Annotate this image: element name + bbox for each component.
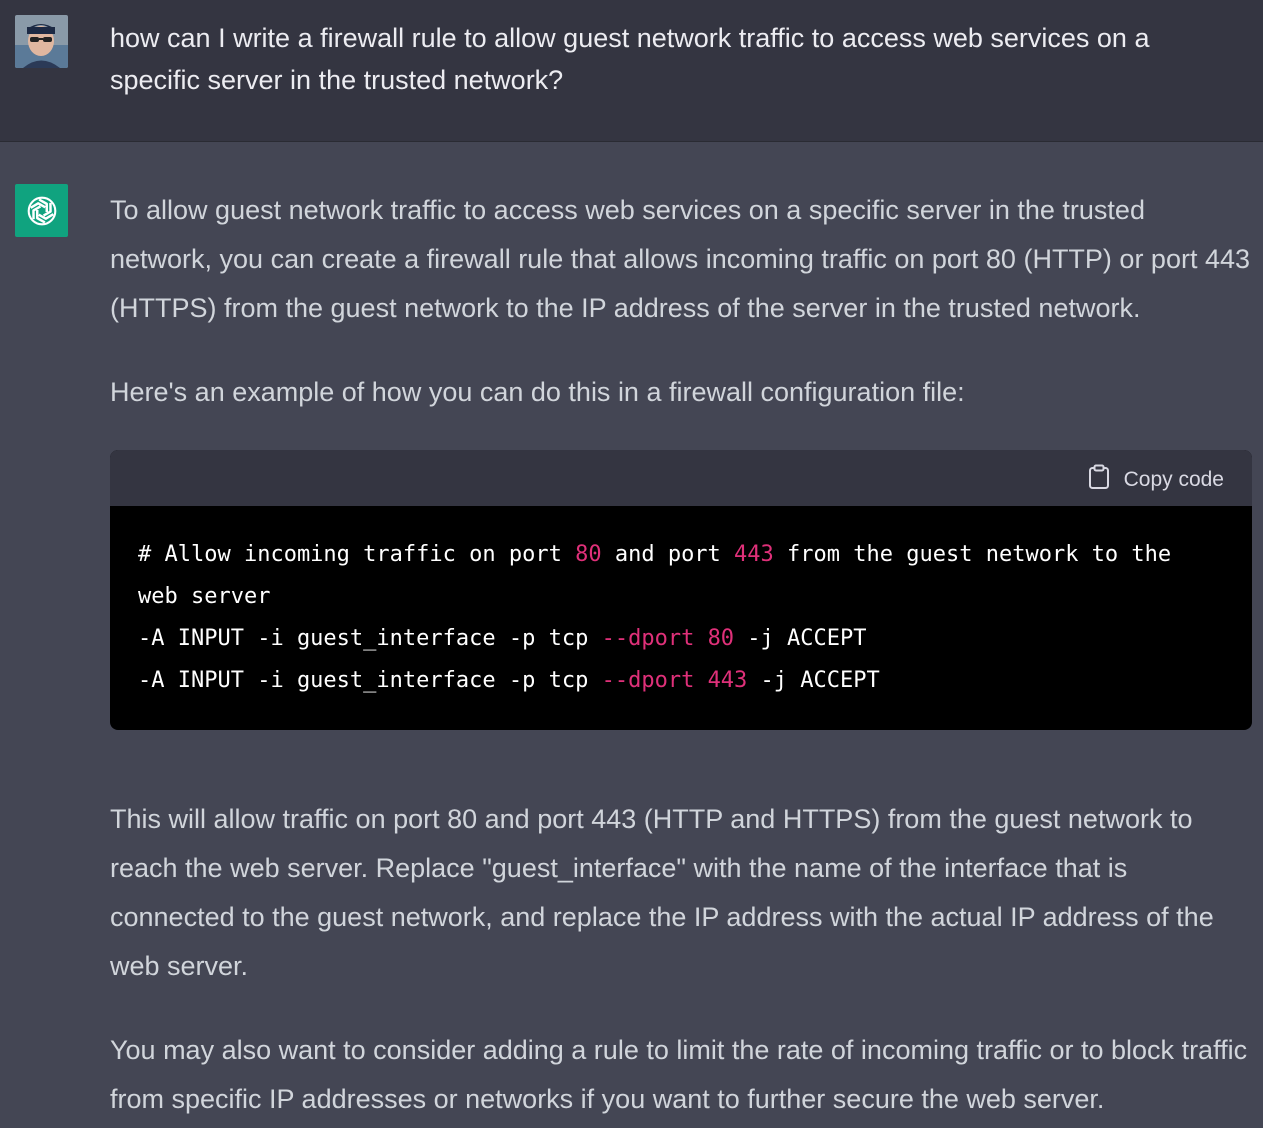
assistant-paragraph-example-intro: Here's an example of how you can do this… <box>110 377 965 407</box>
copy-code-label: Copy code <box>1123 468 1224 491</box>
code-line-part: -A INPUT -i guest_interface -p tcp <box>138 668 602 693</box>
code-content: # Allow incoming traffic on port 80 and … <box>110 506 1252 702</box>
clipboard-icon <box>1088 464 1110 496</box>
user-message-row: how can I write a firewall rule to allow… <box>0 0 1263 142</box>
code-flag: --dport <box>601 668 695 693</box>
assistant-paragraph-suggestion: You may also want to consider adding a r… <box>110 1035 1248 1114</box>
code-line-part: -A INPUT -i guest_interface -p tcp <box>138 626 602 651</box>
assistant-paragraph-explanation: This will allow traffic on port 80 and p… <box>110 804 1214 981</box>
code-block: Copy code # Allow incoming traffic on po… <box>110 450 1252 730</box>
code-line-part: -j ACCEPT <box>747 668 880 693</box>
code-number: 80 <box>707 626 735 651</box>
user-message-text: how can I write a firewall rule to allow… <box>110 23 1150 95</box>
assistant-message-row: To allow guest network traffic to access… <box>0 142 1263 1128</box>
code-comment-part: # Allow incoming traffic on port <box>138 542 576 567</box>
code-flag: --dport <box>601 626 695 651</box>
code-block-header: Copy code <box>110 450 1252 506</box>
code-number: 443 <box>707 668 748 693</box>
copy-code-button[interactable]: Copy code <box>1088 464 1224 496</box>
openai-logo-icon <box>15 184 68 237</box>
code-number: 80 <box>575 542 602 567</box>
user-avatar[interactable] <box>15 15 68 68</box>
user-avatar-image <box>15 15 68 68</box>
code-line-part: -j ACCEPT <box>734 626 867 651</box>
code-number: 443 <box>734 542 774 567</box>
assistant-paragraph-intro: To allow guest network traffic to access… <box>110 195 1251 323</box>
code-comment-part: and port <box>601 542 735 567</box>
